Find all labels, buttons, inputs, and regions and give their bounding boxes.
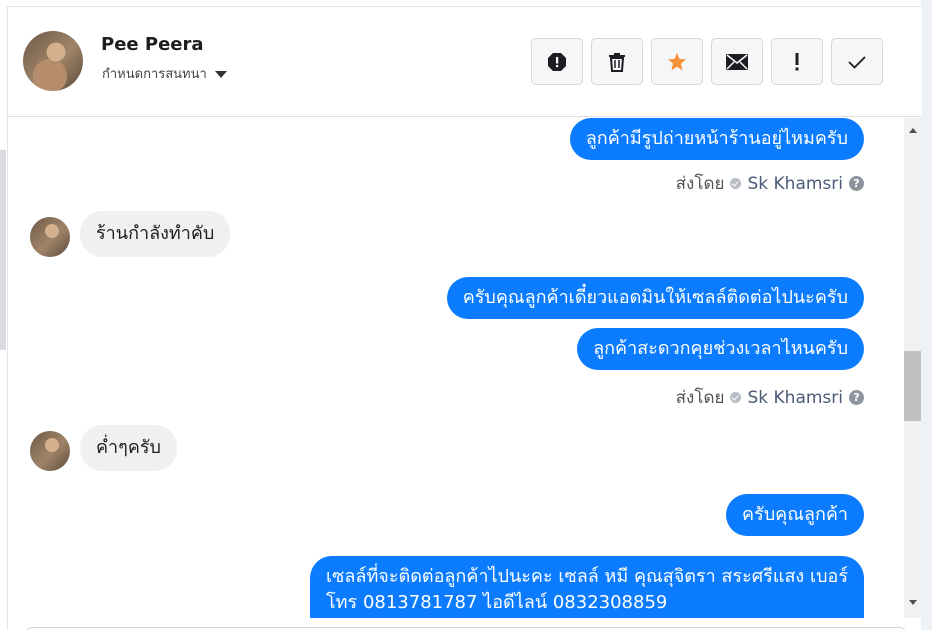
message-line: โทร 0813781787 ไอดีไลน์ 0832308859 xyxy=(326,592,668,613)
incoming-message: ค่ำๆครับ xyxy=(80,425,177,471)
checkmark-icon xyxy=(848,55,866,69)
star-button[interactable] xyxy=(651,38,703,85)
verified-icon xyxy=(730,178,742,189)
incoming-message: ร้านกำลังทำคับ xyxy=(80,211,231,257)
avatar xyxy=(30,217,70,257)
sent-by-label: ส่งโดย xyxy=(675,174,725,194)
delete-button[interactable] xyxy=(591,38,643,85)
conversation-panel: Pee Peera กำหนดการสนทนา ลูกค้ามีรูปถ่ายห… xyxy=(7,6,922,630)
help-icon[interactable]: ? xyxy=(849,390,864,405)
follow-up-button[interactable] xyxy=(771,38,823,85)
star-icon xyxy=(667,52,687,72)
scrollbar-thumb[interactable] xyxy=(904,351,921,421)
sent-by-label: ส่งโดย xyxy=(675,388,725,408)
envelope-icon xyxy=(726,53,748,70)
agent-name[interactable]: Sk Khamsri xyxy=(747,388,843,408)
right-page-edge xyxy=(921,0,932,630)
scroll-down-arrow-icon[interactable] xyxy=(904,598,921,608)
verified-icon xyxy=(730,392,742,403)
avatar[interactable] xyxy=(23,31,83,91)
message-thread: ลูกค้ามีรูปถ่ายหน้าร้านอยู่ไหมครับ ส่งโด… xyxy=(8,118,904,618)
mark-spam-button[interactable] xyxy=(531,38,583,85)
chat-scrollbar[interactable] xyxy=(904,118,921,618)
exclamation-icon xyxy=(794,52,800,71)
outgoing-message: ครับคุณลูกค้าเดี๋ยวแอดมินให้เซลล์ติดต่อไ… xyxy=(446,277,864,319)
outgoing-message: เซลล์ที่จะติดต่อลูกค้าไปนะคะ เซลล์ หมี ค… xyxy=(310,556,864,618)
outgoing-message: ลูกค้ามีรูปถ่ายหน้าร้านอยู่ไหมครับ xyxy=(569,118,864,160)
trash-icon xyxy=(608,52,626,72)
help-icon[interactable]: ? xyxy=(849,176,864,191)
alert-octagon-icon xyxy=(547,52,567,72)
sent-by-line: ส่งโดย Sk Khamsri ? xyxy=(676,384,864,411)
outgoing-message: ครับคุณลูกค้า xyxy=(726,494,864,536)
sent-by-line: ส่งโดย Sk Khamsri ? xyxy=(676,170,864,197)
outgoing-message: ลูกค้าสะดวกคุยช่วงเวลาไหนครับ xyxy=(577,328,864,370)
avatar xyxy=(30,431,70,471)
email-button[interactable] xyxy=(711,38,763,85)
scroll-up-arrow-icon[interactable] xyxy=(904,126,921,136)
contact-name[interactable]: Pee Peera xyxy=(101,34,204,55)
conversation-settings-label: กำหนดการสนทนา xyxy=(102,67,207,82)
caret-down-icon xyxy=(214,71,227,78)
conversation-header: Pee Peera กำหนดการสนทนา xyxy=(8,7,922,117)
left-page-strip xyxy=(0,150,6,350)
conversation-settings-dropdown[interactable]: กำหนดการสนทนา xyxy=(102,63,227,84)
agent-name[interactable]: Sk Khamsri xyxy=(747,174,843,194)
mark-done-button[interactable] xyxy=(831,38,883,85)
message-line: เซลล์ที่จะติดต่อลูกค้าไปนะคะ เซลล์ หมี ค… xyxy=(326,566,848,587)
